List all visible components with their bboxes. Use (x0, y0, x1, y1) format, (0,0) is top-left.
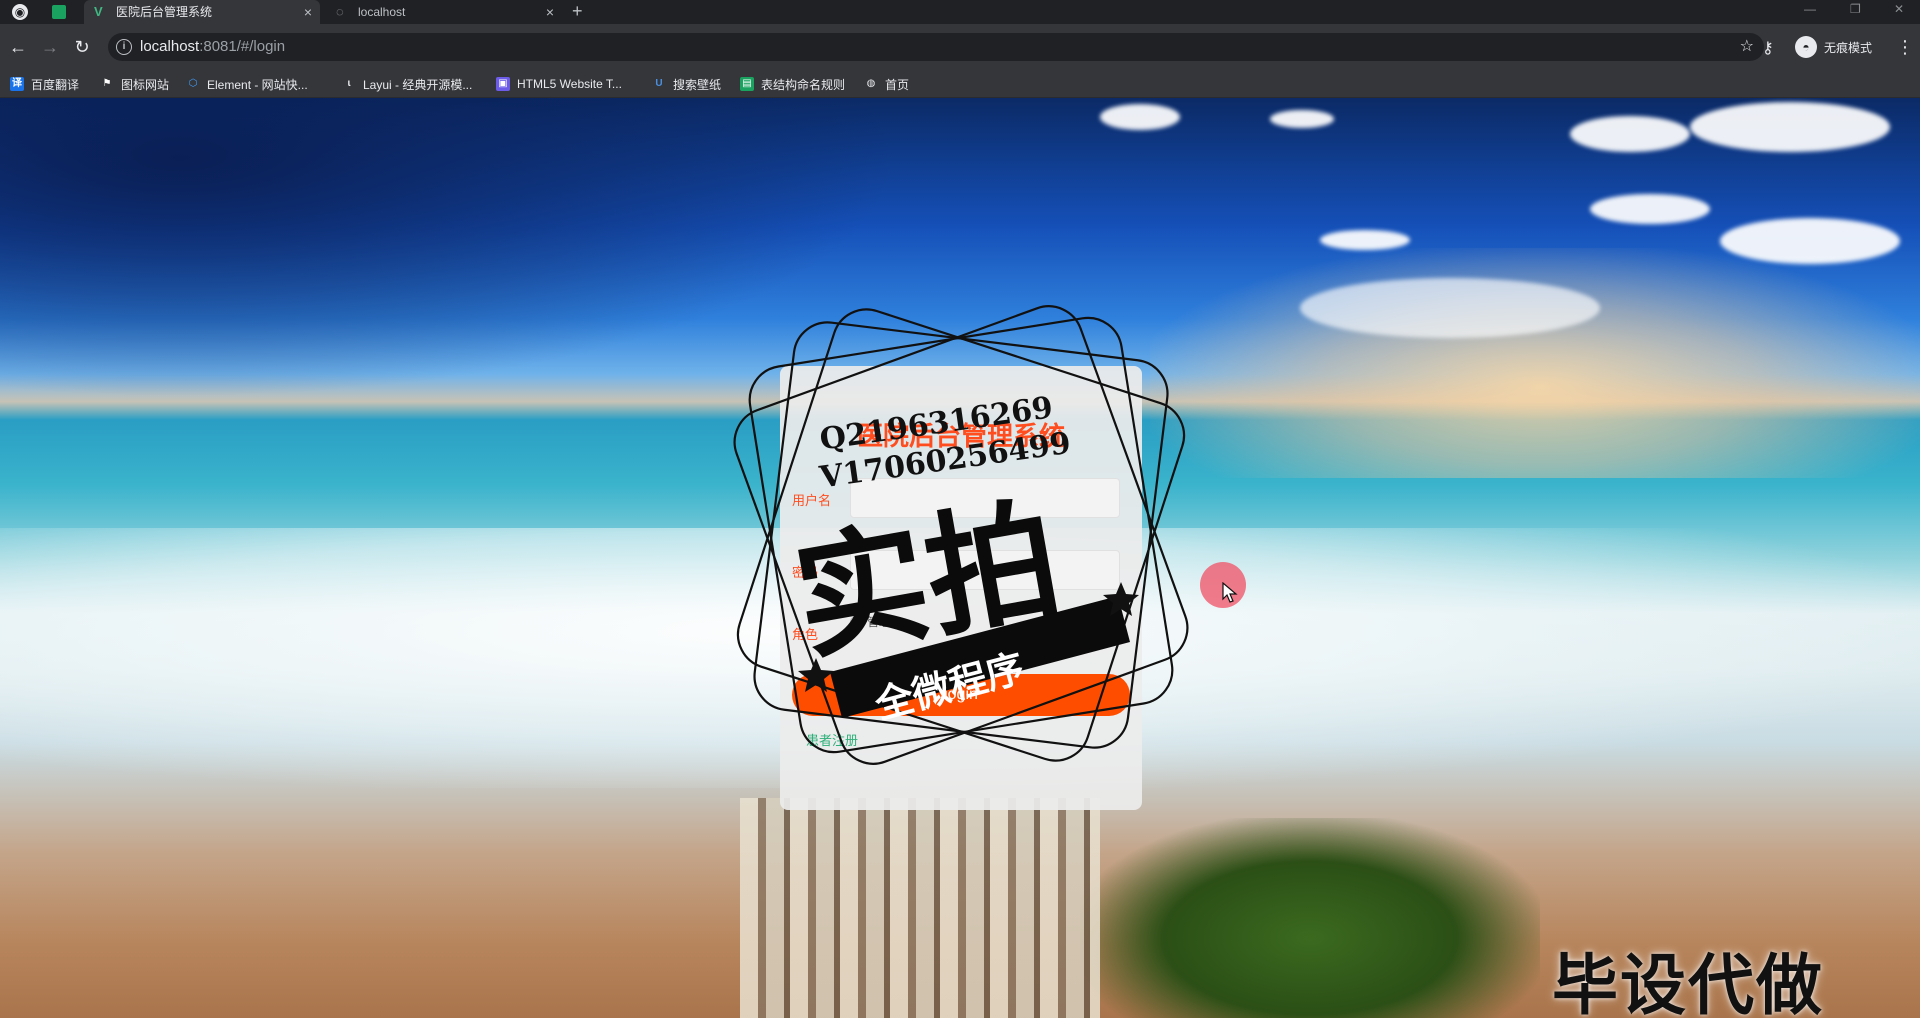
close-window-icon[interactable]: ✕ (1894, 0, 1904, 18)
flag-icon: ⚑ (102, 78, 112, 89)
sheet-icon (52, 5, 66, 19)
bookmarks-bar: 译百度翻译 ⚑ 图标网站 ⬡ Element - 网站快... ɩ Layui - 经… (0, 70, 1920, 98)
watermark-seal: Q2196316269 V17060256499 实拍 全微程序 (733, 305, 1189, 765)
bookmark-home[interactable]: ◍ 首页 (864, 70, 909, 98)
tab-hospital-admin[interactable]: V 医院后台管理系统 × (84, 0, 320, 24)
layui-icon: ɩ (347, 78, 351, 89)
more-menu-icon[interactable]: ⋮ (1896, 35, 1914, 59)
tab-strip: ◉ V 医院后台管理系统 × ◌ localhost × + — ❐ ✕ (0, 0, 1920, 24)
globe-icon: ◌ (336, 4, 344, 19)
globe-icon: ◍ (866, 78, 876, 89)
incognito-icon: ◓ (1795, 36, 1817, 58)
bookmark-wallpaper[interactable]: U 搜索壁纸 (652, 70, 721, 98)
cloud (1100, 104, 1180, 130)
url-text[interactable]: localhost:8081/#/login (140, 33, 285, 61)
browser-logo-icon: ◉ (12, 4, 28, 20)
reload-icon[interactable]: ↻ (68, 33, 96, 61)
new-tab-button[interactable]: + (572, 0, 583, 22)
cloud (1320, 230, 1410, 250)
cloud (1270, 110, 1334, 128)
back-arrow-icon[interactable]: ← (4, 33, 32, 61)
bookmark-star-icon[interactable]: ☆ (1740, 33, 1754, 61)
info-icon[interactable]: i (116, 39, 132, 55)
pinned-tab[interactable] (40, 2, 80, 24)
bookmark-element[interactable]: ⬡ Element - 网站快... (186, 70, 308, 98)
bookmark-table-naming[interactable]: ▤ 表结构命名规则 (740, 70, 845, 98)
cloud (1690, 102, 1890, 152)
cloud (1720, 218, 1900, 264)
address-bar[interactable]: i localhost:8081/#/login ☆ (108, 33, 1764, 61)
cloud (1570, 116, 1690, 152)
incognito-indicator[interactable]: ◓ 无痕模式 (1795, 35, 1872, 59)
cloud (1300, 278, 1600, 338)
wallpaper-icon: U (655, 78, 663, 89)
key-icon[interactable]: ⚷ (1762, 38, 1774, 58)
cloud (1590, 194, 1710, 224)
bookmark-layui[interactable]: ɩ Layui - 经典开源模... (342, 70, 473, 98)
close-tab-icon[interactable]: × (304, 0, 312, 24)
bookmark-icon-site[interactable]: ⚑ 图标网站 (100, 70, 170, 98)
corner-watermark: 毕设代做 (1552, 947, 1824, 1018)
login-page: 医院后台管理系统 用户名 密码 角色 管理 login 患者注册 Q219631… (0, 98, 1920, 1018)
vue-icon: V (94, 4, 103, 19)
tab-title: 医院后台管理系统 (116, 5, 213, 19)
sheet-icon: ▤ (740, 77, 754, 91)
incognito-label: 无痕模式 (1824, 40, 1873, 55)
background-grass (1080, 818, 1540, 1018)
bookmark-baidu-translate[interactable]: 译百度翻译 (10, 70, 79, 98)
browser-toolbar: ← → ↻ i localhost:8081/#/login ☆ ⚷ ◓ 无痕模… (0, 24, 1920, 70)
tab-title: localhost (358, 5, 406, 19)
template-icon: ▣ (496, 77, 510, 91)
restore-icon[interactable]: ❐ (1850, 0, 1861, 18)
tab-localhost[interactable]: ◌ localhost × (326, 0, 562, 24)
mouse-pointer-icon (1222, 582, 1238, 603)
background-waterfall (740, 798, 1100, 1018)
forward-arrow-icon[interactable]: → (36, 33, 64, 61)
element-hex-icon: ⬡ (188, 78, 198, 89)
minimize-icon[interactable]: — (1804, 0, 1816, 18)
close-tab-icon[interactable]: × (546, 0, 554, 24)
bookmark-html5-template[interactable]: ▣ HTML5 Website T... (496, 70, 622, 98)
translate-icon: 译 (10, 77, 24, 91)
